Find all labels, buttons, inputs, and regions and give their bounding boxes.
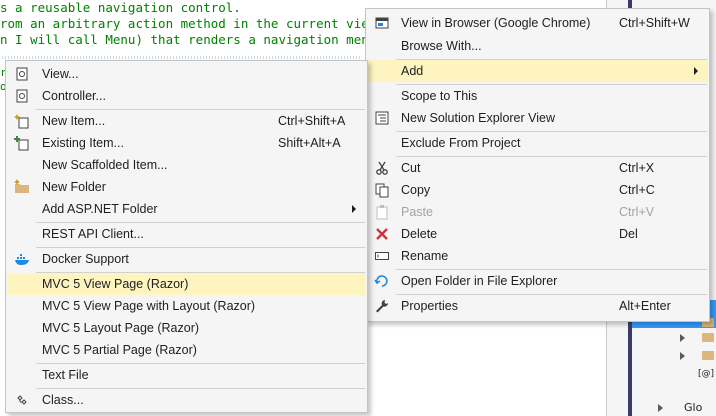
add-submenu: View... Controller... New Item... Ctrl+S… <box>5 60 368 413</box>
menu-item-view-in-browser[interactable]: View in Browser (Google Chrome) Ctrl+Shi… <box>367 12 708 34</box>
menu-item-rename[interactable]: Rename <box>367 245 708 267</box>
existing-item-icon <box>14 135 30 151</box>
menu-item-shortcut: Ctrl+X <box>619 161 655 175</box>
menu-item-new-scaffolded-item[interactable]: New Scaffolded Item... <box>7 154 366 176</box>
menu-item-label: View in Browser (Google Chrome) <box>401 16 591 30</box>
menu-item-label: Exclude From Project <box>401 136 521 150</box>
menu-item-shortcut: Ctrl+C <box>619 183 655 197</box>
wrench-icon <box>374 298 390 314</box>
menu-item-label: Cut <box>401 161 421 175</box>
browser-view-icon <box>374 15 390 31</box>
menu-item-label: REST API Client... <box>42 227 144 241</box>
paste-icon <box>374 204 390 220</box>
folder-icon <box>702 351 714 360</box>
menu-item-label: Copy <box>401 183 431 197</box>
menu-item-rest-api-client[interactable]: REST API Client... <box>7 223 366 245</box>
new-folder-icon <box>14 179 30 195</box>
menu-item-copy[interactable]: Copy Ctrl+C <box>367 179 708 201</box>
menu-item-shortcut: Ctrl+V <box>619 205 655 219</box>
view-icon <box>14 66 30 82</box>
menu-item-mvc5-view-page-with-layout[interactable]: MVC 5 View Page with Layout (Razor) <box>7 295 366 317</box>
menu-item-shortcut: Ctrl+Shift+W <box>619 16 690 30</box>
menu-item-label: Scope to This <box>401 89 478 103</box>
menu-item-label: Browse With... <box>401 39 482 53</box>
menu-item-label: Properties <box>401 299 458 313</box>
menu-item-mvc5-view-page[interactable]: MVC 5 View Page (Razor) <box>7 273 366 295</box>
menu-item-paste[interactable]: Paste Ctrl+V <box>367 201 708 223</box>
rename-icon <box>374 248 390 264</box>
new-item-icon <box>14 113 30 129</box>
menu-item-exclude-from-project[interactable]: Exclude From Project <box>367 132 708 154</box>
expand-arrow-icon[interactable] <box>658 404 663 412</box>
menu-item-properties[interactable]: Properties Alt+Enter <box>367 295 708 317</box>
menu-item-shortcut: Ctrl+Shift+A <box>278 114 346 128</box>
code-comment-line: s a reusable navigation control. <box>0 0 241 15</box>
menu-item-label: New Folder <box>42 180 106 194</box>
menu-item-label: Existing Item... <box>42 136 124 150</box>
menu-item-label: View... <box>42 67 79 81</box>
menu-item-shortcut: Shift+Alt+A <box>278 136 341 150</box>
menu-item-label: New Solution Explorer View <box>401 111 556 125</box>
scissors-icon <box>374 160 390 176</box>
menu-item-label: MVC 5 Partial Page (Razor) <box>42 343 197 357</box>
menu-item-label: Docker Support <box>42 252 129 266</box>
menu-item-controller[interactable]: Controller... <box>7 85 366 107</box>
submenu-arrow-icon <box>352 205 356 213</box>
new-view-icon <box>374 110 390 126</box>
menu-item-label: MVC 5 Layout Page (Razor) <box>42 321 200 335</box>
context-menu: View in Browser (Google Chrome) Ctrl+Shi… <box>365 8 710 322</box>
menu-item-existing-item[interactable]: Existing Item... Shift+Alt+A <box>7 132 366 154</box>
code-comment-line: rom an arbitrary action method in the cu… <box>0 16 384 31</box>
folder-icon <box>702 333 714 342</box>
expand-arrow-icon[interactable] <box>680 334 685 342</box>
menu-item-label: Add <box>401 64 424 78</box>
expand-arrow-icon[interactable] <box>680 352 685 360</box>
class-icon <box>14 392 30 408</box>
menu-item-docker-support[interactable]: Docker Support <box>7 248 366 270</box>
menu-item-shortcut: Alt+Enter <box>619 299 671 313</box>
open-folder-icon <box>374 273 390 289</box>
copy-icon <box>374 182 390 198</box>
tree-item-label[interactable]: Glo <box>684 401 702 415</box>
menu-item-scope-to-this[interactable]: Scope to This <box>367 85 708 107</box>
menu-item-label: Class... <box>42 393 84 407</box>
menu-item-add-aspnet-folder[interactable]: Add ASP.NET Folder <box>7 198 366 220</box>
menu-item-label: Delete <box>401 227 438 241</box>
menu-item-text-file[interactable]: Text File <box>7 364 366 386</box>
menu-item-delete[interactable]: Delete Del <box>367 223 708 245</box>
menu-item-label: Paste <box>401 205 433 219</box>
menu-item-mvc5-partial-page[interactable]: MVC 5 Partial Page (Razor) <box>7 339 366 361</box>
menu-item-label: Rename <box>401 249 449 263</box>
menu-item-label: MVC 5 View Page (Razor) <box>42 277 189 291</box>
menu-item-label: MVC 5 View Page with Layout (Razor) <box>42 299 256 313</box>
menu-item-view[interactable]: View... <box>7 63 366 85</box>
editor-squiggle <box>0 56 360 59</box>
menu-item-new-solution-explorer-view[interactable]: New Solution Explorer View <box>367 107 708 129</box>
menu-item-cut[interactable]: Cut Ctrl+X <box>367 157 708 179</box>
menu-item-label: Add ASP.NET Folder <box>42 202 158 216</box>
menu-item-class[interactable]: Class... <box>7 389 366 411</box>
delete-x-icon <box>374 226 390 242</box>
menu-item-add[interactable]: Add <box>367 60 708 82</box>
menu-item-open-folder-in-file-explorer[interactable]: Open Folder in File Explorer <box>367 270 708 292</box>
tree-item-label[interactable]: [@] <box>698 367 714 381</box>
controller-icon <box>14 88 30 104</box>
code-comment-line: n I will call Menu) that renders a navig… <box>0 32 384 47</box>
menu-item-new-item[interactable]: New Item... Ctrl+Shift+A <box>7 110 366 132</box>
menu-item-label: New Scaffolded Item... <box>42 158 168 172</box>
menu-item-label: New Item... <box>42 114 106 128</box>
menu-item-new-folder[interactable]: New Folder <box>7 176 366 198</box>
menu-item-label: Text File <box>42 368 89 382</box>
menu-item-label: Open Folder in File Explorer <box>401 274 558 288</box>
docker-icon <box>14 251 30 267</box>
submenu-arrow-icon <box>694 67 698 75</box>
menu-item-mvc5-layout-page[interactable]: MVC 5 Layout Page (Razor) <box>7 317 366 339</box>
menu-item-shortcut: Del <box>619 227 638 241</box>
menu-item-label: Controller... <box>42 89 106 103</box>
menu-item-browse-with[interactable]: Browse With... <box>367 35 708 57</box>
